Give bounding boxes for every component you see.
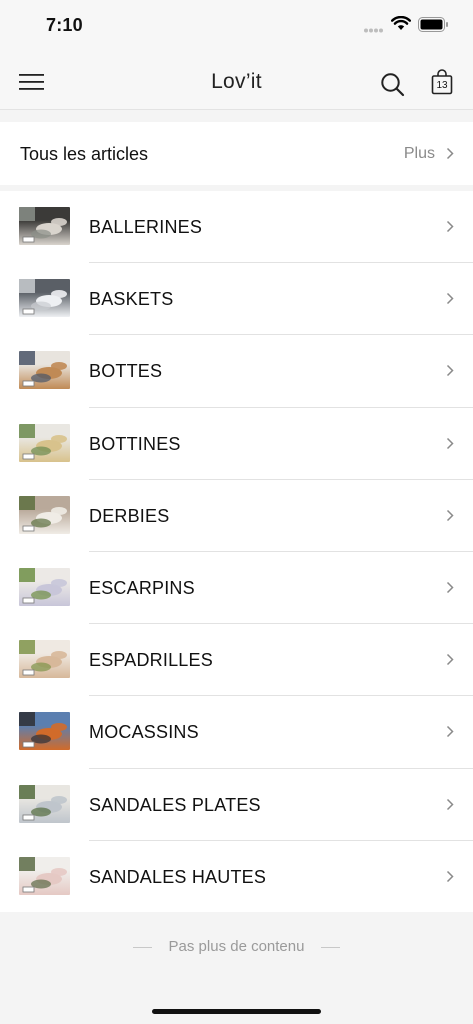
category-label: ESCARPINS xyxy=(89,577,195,598)
category-thumbnail xyxy=(19,712,70,751)
end-divider-right xyxy=(321,947,340,948)
category-thumbnail xyxy=(19,351,70,390)
category-row[interactable]: ESCARPINS xyxy=(0,552,473,625)
shoe-image xyxy=(19,567,67,604)
category-thumbnail xyxy=(19,784,70,823)
chevron-right-icon xyxy=(446,220,454,233)
end-of-content-note: Pas plus de contenu xyxy=(168,938,305,955)
cart-button[interactable]: 13 xyxy=(431,69,453,100)
category-row[interactable]: SANDALES PLATES xyxy=(0,769,473,841)
category-label: BASKETS xyxy=(89,289,174,310)
category-label: BALLERINES xyxy=(89,217,203,237)
status-bar: 7:10 xyxy=(0,0,473,52)
category-label: SANDALES PLATES xyxy=(89,794,261,815)
cellular-signal-icon xyxy=(364,28,383,33)
category-row[interactable]: BALLERINES xyxy=(0,191,473,264)
category-label: BOTTINES xyxy=(89,433,181,454)
category-label: MOCASSINS xyxy=(89,722,199,743)
category-thumbnail xyxy=(19,640,70,679)
chevron-right-icon xyxy=(446,147,454,160)
category-list: BALLERINES BASKETS BOTTES BOTTINES DERBIES ES… xyxy=(0,191,473,912)
chevron-right-icon xyxy=(446,365,454,377)
category-row[interactable]: SANDALES HAUTES xyxy=(0,841,473,913)
chevron-right-icon xyxy=(446,581,454,593)
category-thumbnail xyxy=(19,279,70,318)
search-icon[interactable] xyxy=(380,72,405,97)
shoe-image xyxy=(19,207,67,243)
chevron-right-icon xyxy=(446,509,454,521)
battery-icon xyxy=(418,17,448,32)
status-time: 7:10 xyxy=(46,15,83,35)
category-row[interactable]: BOTTINES xyxy=(0,408,473,480)
cart-count-badge: 13 xyxy=(436,80,448,91)
category-thumbnail xyxy=(19,567,70,606)
category-thumbnail xyxy=(19,856,70,895)
category-label: BOTTES xyxy=(89,361,163,382)
shoe-image xyxy=(19,784,67,820)
home-indicator xyxy=(152,1009,321,1014)
shoe-image xyxy=(19,712,67,748)
category-label: SANDALES HAUTES xyxy=(89,866,267,887)
shoe-image xyxy=(19,640,67,676)
shoe-image xyxy=(19,856,67,893)
chevron-right-icon xyxy=(446,437,454,449)
all-articles-header[interactable]: Tous les articles Plus xyxy=(0,122,473,185)
category-row[interactable]: ESPADRILLES xyxy=(0,624,473,697)
category-row[interactable]: BASKETS xyxy=(0,263,473,336)
shoe-image xyxy=(19,423,67,459)
chevron-right-icon xyxy=(446,654,454,666)
shoe-image xyxy=(19,351,67,387)
chevron-right-icon xyxy=(446,798,454,810)
wifi-icon xyxy=(391,16,411,30)
category-thumbnail xyxy=(19,495,70,534)
category-thumbnail xyxy=(19,423,70,462)
more-link[interactable]: Plus xyxy=(404,145,435,163)
nav-bar: Lov’it 13 xyxy=(0,52,473,110)
chevron-right-icon xyxy=(446,870,454,882)
category-label: ESPADRILLES xyxy=(89,650,213,671)
shoe-image xyxy=(19,495,67,532)
category-label: DERBIES xyxy=(89,505,170,526)
category-row[interactable]: DERBIES xyxy=(0,480,473,552)
category-thumbnail xyxy=(19,207,70,245)
section-title: Tous les articles xyxy=(20,144,149,164)
chevron-right-icon xyxy=(446,726,454,738)
shoe-image xyxy=(19,279,67,315)
chevron-right-icon xyxy=(446,293,454,305)
category-row[interactable]: BOTTES xyxy=(0,335,473,408)
category-row[interactable]: MOCASSINS xyxy=(0,696,473,769)
